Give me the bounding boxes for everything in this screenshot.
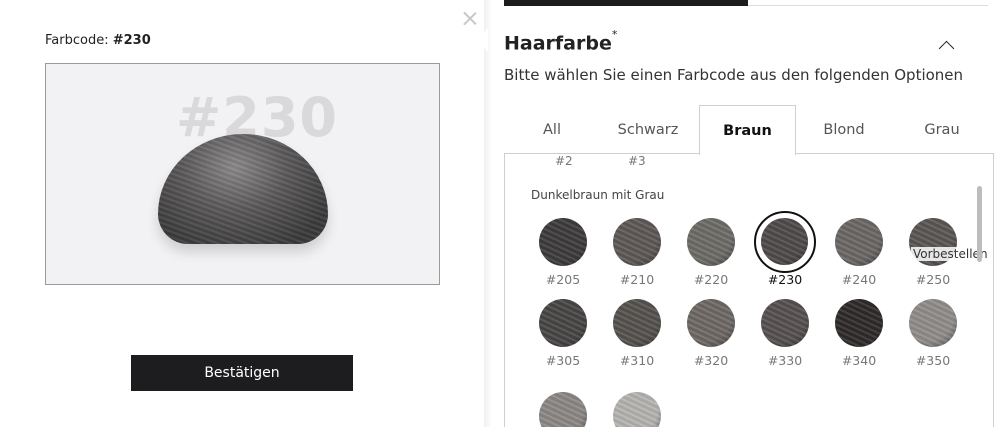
color-code-label: #320 [693,353,729,368]
hairpiece-image [158,134,328,244]
group-label: Dunkelbraun mit Grau [531,188,665,202]
color-swatch-ball [613,299,661,347]
hairpiece-preview-image: #230 [45,63,440,285]
tab-all[interactable]: All [504,105,600,154]
color-code-label: #205 [545,272,581,287]
farbcode-label: Farbcode: [45,33,109,48]
close-icon[interactable] [462,10,478,26]
color-code-label: #330 [767,353,803,368]
panel-divider [484,0,492,427]
hair-color-panel: Haarfarbe* Bitte wählen Sie einen Farbco… [492,0,994,427]
color-swatch[interactable] [907,297,959,349]
color-code-label: #230 [767,272,803,287]
tab-schwarz[interactable]: Schwarz [600,105,696,154]
chevron-up-icon[interactable] [938,38,952,52]
color-tabs: All Schwarz Braun Blond Grau [504,105,994,155]
farbcode-line: Farbcode: #230 [45,33,151,48]
confirm-button[interactable]: Bestätigen [131,355,353,391]
color-code-label: #305 [545,353,581,368]
color-swatch-ball [835,299,883,347]
color-swatch-ball [835,218,883,266]
color-code-label: #310 [619,353,655,368]
swatch-code-label: #2 [555,154,573,168]
color-swatch[interactable] [685,297,737,349]
color-swatch-ball [687,299,735,347]
swatch-code-label: #3 [628,154,646,168]
color-code-label: #240 [841,272,877,287]
required-mark: * [611,28,618,41]
progress-bar-track [748,5,988,6]
color-swatch-ball [687,218,735,266]
color-swatch[interactable] [685,216,737,268]
swatch-list: #2 #3 Dunkelbraun mit Grau #205 #210 #220 #… [504,153,994,427]
color-swatch[interactable] [754,211,816,273]
color-swatch[interactable] [833,216,885,268]
color-swatch[interactable] [537,297,589,349]
color-code-label: #210 [619,272,655,287]
color-swatch[interactable] [611,390,663,427]
scrollbar-thumb[interactable] [977,186,982,262]
color-swatch-ball [539,218,587,266]
section-title-text: Haarfarbe [504,32,612,55]
color-swatch[interactable] [537,390,589,427]
color-swatch-ball [613,218,661,266]
tab-grau[interactable]: Grau [892,105,992,154]
color-swatch[interactable] [833,297,885,349]
farbcode-value: #230 [112,33,151,48]
section-subtitle: Bitte wählen Sie einen Farbcode aus den … [504,66,964,84]
pointer-arrow [476,28,488,52]
section-title: Haarfarbe* [504,28,617,55]
color-code-label: #250 [915,272,951,287]
color-swatch[interactable] [537,216,589,268]
color-code-label: #350 [915,353,951,368]
color-picker-dialog: Farbcode: #230 #230 Bestätigen Haarfarbe… [0,0,994,427]
color-swatch-ball [761,299,809,347]
color-swatch[interactable] [611,297,663,349]
progress-bar-filled [504,0,748,6]
color-swatch[interactable] [759,297,811,349]
color-code-label: #220 [693,272,729,287]
color-swatch[interactable] [611,216,663,268]
color-code-label: #340 [841,353,877,368]
color-swatch-ball [761,218,808,265]
color-swatch-ball [613,392,661,427]
color-swatch-ball [539,392,587,427]
tab-blond[interactable]: Blond [796,105,892,154]
color-swatch-ball [539,299,587,347]
tab-braun[interactable]: Braun [699,105,796,155]
color-swatch-ball [909,299,957,347]
preview-panel: Farbcode: #230 #230 Bestätigen [0,0,488,427]
